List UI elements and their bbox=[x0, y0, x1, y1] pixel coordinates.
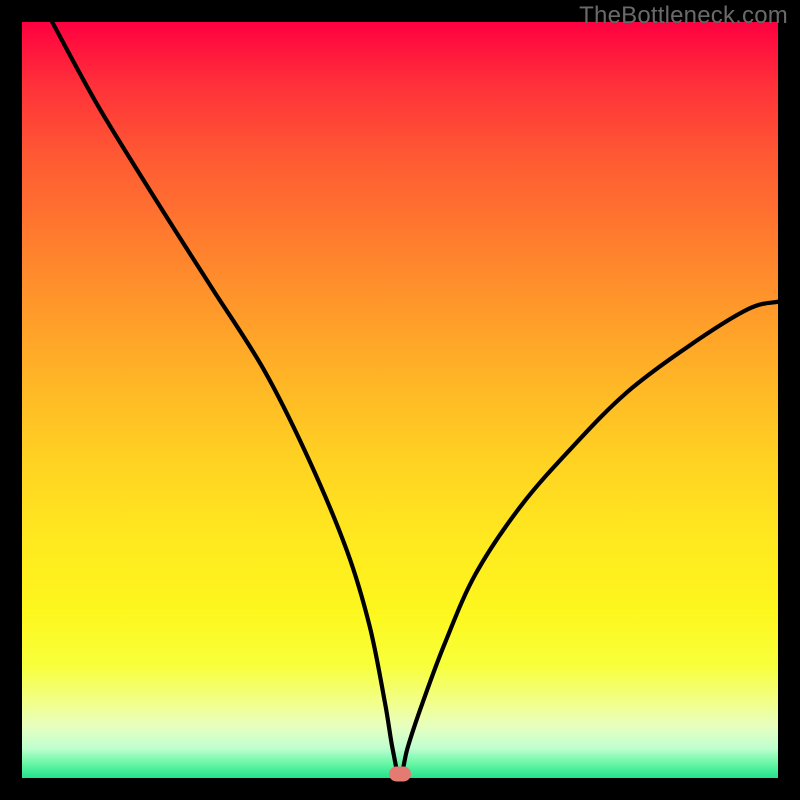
minimum-marker bbox=[389, 767, 411, 782]
chart-frame: TheBottleneck.com bbox=[0, 0, 800, 800]
watermark-text: TheBottleneck.com bbox=[579, 2, 788, 30]
bottleneck-curve bbox=[52, 22, 778, 778]
plot-area bbox=[22, 22, 778, 778]
curve-layer bbox=[22, 22, 778, 778]
